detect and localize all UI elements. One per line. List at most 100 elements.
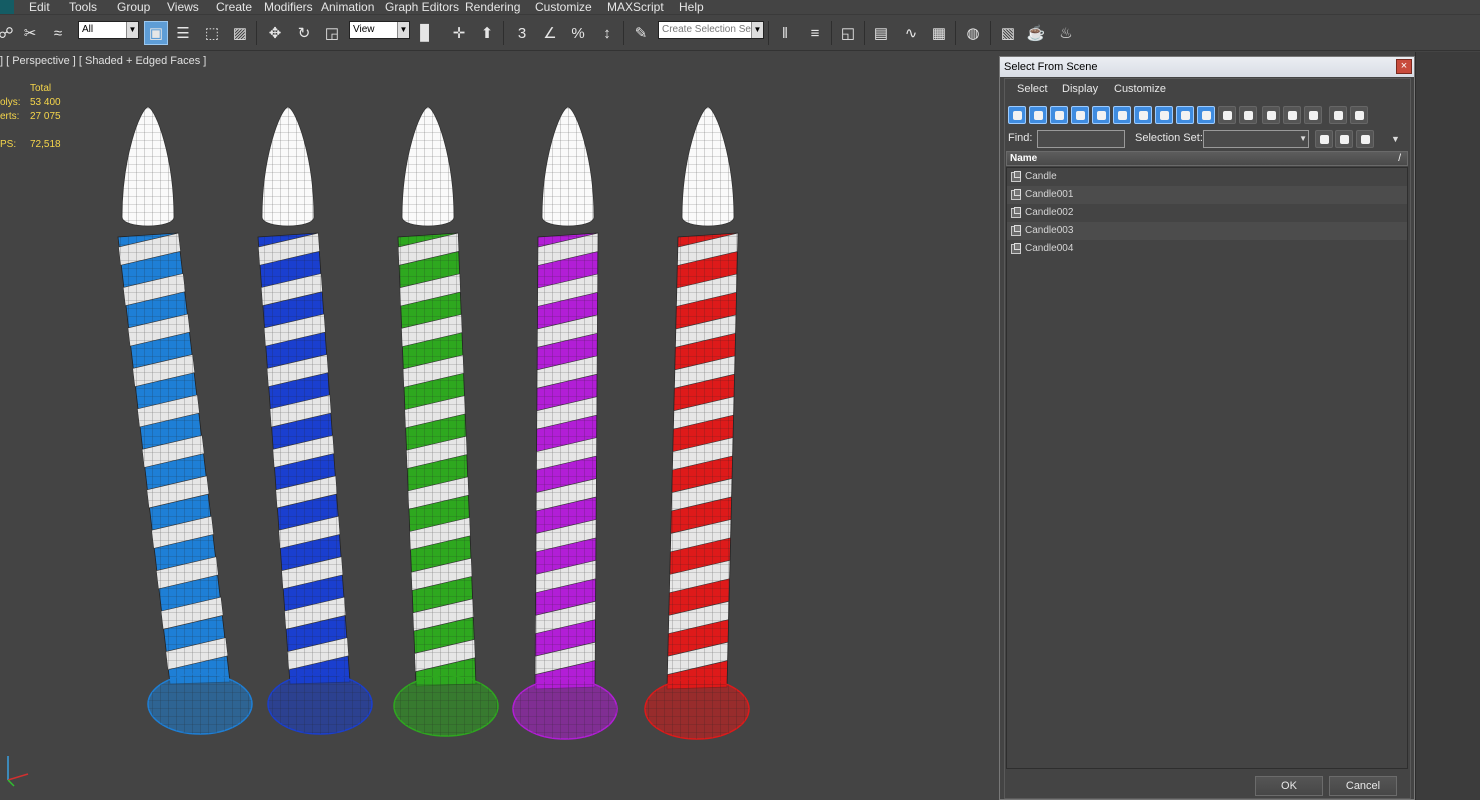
candle-wireframe xyxy=(258,233,350,684)
candle-model[interactable] xyxy=(644,106,750,740)
object-icon xyxy=(1011,189,1021,200)
display-hidden-icon[interactable] xyxy=(1239,106,1257,124)
display-bones-icon[interactable] xyxy=(1176,106,1194,124)
object-icon xyxy=(1011,171,1021,182)
render-production-icon[interactable]: ♨ xyxy=(1054,21,1078,45)
list-item[interactable]: Candle xyxy=(1007,168,1407,186)
cancel-button[interactable]: Cancel xyxy=(1329,776,1397,796)
candle-wireframe xyxy=(667,233,738,689)
render-setup-icon[interactable]: ▧ xyxy=(996,21,1020,45)
candle-model[interactable] xyxy=(393,106,499,737)
named-selection-dropdown[interactable]: Create Selection Se ▼ xyxy=(658,21,764,39)
rotate-icon[interactable]: ↻ xyxy=(292,21,316,45)
app-icon[interactable] xyxy=(0,0,14,14)
display-shapes-icon[interactable] xyxy=(1029,106,1047,124)
unlink-icon[interactable]: ✂ xyxy=(18,21,42,45)
remove-selection-set-icon[interactable] xyxy=(1335,130,1353,148)
menu-views[interactable]: Views xyxy=(167,0,199,14)
dialog-menu-bar: Select Display Customize xyxy=(1005,79,1410,101)
select-set-icon[interactable] xyxy=(1356,130,1374,148)
display-all-icon[interactable] xyxy=(1262,106,1280,124)
filter-selected-icon[interactable] xyxy=(1350,106,1368,124)
select-manipulate-icon[interactable]: ✛ xyxy=(447,21,471,45)
close-icon[interactable]: × xyxy=(1396,59,1412,74)
menu-help[interactable]: Help xyxy=(679,0,704,14)
holder-wireframe xyxy=(645,679,749,739)
select-by-name-icon[interactable]: ☰ xyxy=(171,21,195,45)
pivot-center-icon[interactable]: ▊ xyxy=(414,21,438,45)
toolbar-divider xyxy=(623,21,624,45)
rectangular-selection-icon[interactable]: ⬚ xyxy=(200,21,224,45)
ok-button[interactable]: OK xyxy=(1255,776,1323,796)
menu-maxscript[interactable]: MAXScript xyxy=(607,0,664,14)
candle-model[interactable] xyxy=(512,106,618,740)
candle-model[interactable] xyxy=(257,106,373,735)
toggle-ribbon-icon[interactable]: ▤ xyxy=(869,21,893,45)
menu-group[interactable]: Group xyxy=(117,0,150,14)
candle-scene[interactable] xyxy=(0,52,1000,800)
dialog-menu-customize[interactable]: Customize xyxy=(1114,83,1166,95)
move-icon[interactable]: ✥ xyxy=(263,21,287,45)
menu-rendering[interactable]: Rendering xyxy=(465,0,520,14)
find-input[interactable] xyxy=(1037,130,1125,148)
rendered-frame-window-icon[interactable]: ☕ xyxy=(1024,21,1048,45)
display-containers-icon[interactable] xyxy=(1197,106,1215,124)
add-selection-set-icon[interactable] xyxy=(1315,130,1333,148)
list-item[interactable]: Candle001 xyxy=(1007,186,1407,204)
dialog-menu-display[interactable]: Display xyxy=(1062,83,1098,95)
display-groups-icon[interactable] xyxy=(1134,106,1152,124)
spinner-snap-icon[interactable]: ↕ xyxy=(595,21,619,45)
menu-create[interactable]: Create xyxy=(216,0,252,14)
scene-object-list[interactable]: Candle Candle001 Candle002 Candle003 Can… xyxy=(1006,167,1408,769)
bind-space-warp-icon[interactable]: ≈ xyxy=(46,21,70,45)
command-panel[interactable] xyxy=(1415,52,1480,800)
dialog-title-bar[interactable]: Select From Scene × xyxy=(1000,57,1414,77)
curve-editor-icon[interactable]: ∿ xyxy=(899,21,923,45)
name-column-header[interactable]: Name / xyxy=(1006,151,1408,166)
expand-arrow-icon[interactable]: ▼ xyxy=(1391,134,1400,144)
toolbar-divider xyxy=(990,21,991,45)
menu-animation[interactable]: Animation xyxy=(321,0,374,14)
menu-edit[interactable]: Edit xyxy=(29,0,50,14)
display-geometry-icon[interactable] xyxy=(1008,106,1026,124)
window-crossing-icon[interactable]: ▨ xyxy=(228,21,252,45)
angle-snap-icon[interactable]: ∠ xyxy=(538,21,562,45)
display-invert-icon[interactable] xyxy=(1304,106,1322,124)
link-icon[interactable]: ☍ xyxy=(0,21,18,45)
display-cameras-icon[interactable] xyxy=(1071,106,1089,124)
selection-set-dropdown[interactable]: ▼ xyxy=(1203,130,1309,148)
layer-manager-icon[interactable]: ◱ xyxy=(836,21,860,45)
selection-filter-dropdown[interactable]: All ▼ xyxy=(78,21,139,39)
mirror-icon[interactable]: ‖ xyxy=(773,21,797,45)
percent-snap-icon[interactable]: % xyxy=(566,21,590,45)
display-helpers-icon[interactable] xyxy=(1092,106,1110,124)
filter-icon[interactable] xyxy=(1329,106,1347,124)
keyboard-shortcut-override-icon[interactable]: ⬆ xyxy=(475,21,499,45)
material-editor-icon[interactable]: ◍ xyxy=(961,21,985,45)
menu-tools[interactable]: Tools xyxy=(69,0,97,14)
dialog-menu-select[interactable]: Select xyxy=(1017,83,1048,95)
chevron-down-icon: ▼ xyxy=(1299,134,1307,143)
display-lights-icon[interactable] xyxy=(1050,106,1068,124)
list-item[interactable]: Candle003 xyxy=(1007,222,1407,240)
object-name: Candle004 xyxy=(1025,243,1074,254)
menu-modifiers[interactable]: Modifiers xyxy=(264,0,313,14)
candle-model[interactable] xyxy=(117,106,253,735)
align-icon[interactable]: ≡ xyxy=(803,21,827,45)
schematic-view-icon[interactable]: ▦ xyxy=(927,21,951,45)
list-item[interactable]: Candle004 xyxy=(1007,240,1407,258)
reference-coordinate-dropdown[interactable]: View ▼ xyxy=(349,21,410,39)
display-space-warps-icon[interactable] xyxy=(1113,106,1131,124)
menu-customize[interactable]: Customize xyxy=(535,0,592,14)
select-object-icon[interactable]: ▣ xyxy=(144,21,168,45)
snaps-toggle-icon[interactable]: 3 xyxy=(510,21,534,45)
scale-icon[interactable]: ◲ xyxy=(320,21,344,45)
display-xrefs-icon[interactable] xyxy=(1155,106,1173,124)
list-item[interactable]: Candle002 xyxy=(1007,204,1407,222)
holder-wireframe xyxy=(513,679,617,739)
dialog-title: Select From Scene xyxy=(1004,61,1098,73)
display-none-icon[interactable] xyxy=(1283,106,1301,124)
menu-graph-editors[interactable]: Graph Editors xyxy=(385,0,459,14)
display-frozen-icon[interactable] xyxy=(1218,106,1236,124)
edit-named-selection-icon[interactable]: ✎ xyxy=(629,21,653,45)
